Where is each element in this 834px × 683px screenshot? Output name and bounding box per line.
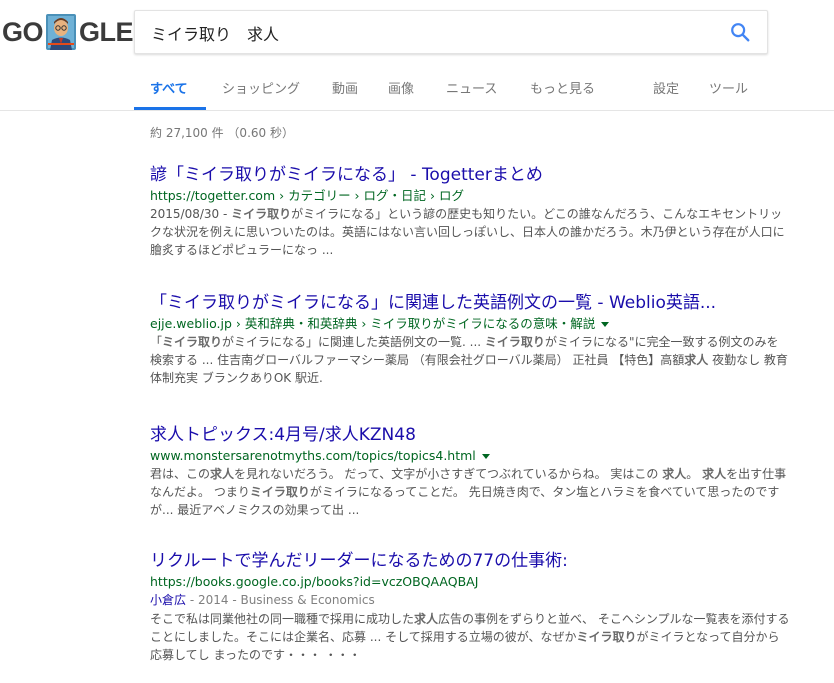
- search-result: リクルートで学んだリーダーになるための77の仕事術: https://books…: [150, 550, 790, 664]
- snippet-text: 君は、この: [150, 467, 211, 481]
- snippet-highlight: ミイラ取り: [162, 335, 223, 349]
- snippet-highlight: 求人: [702, 467, 727, 481]
- result-snippet: そこで私は同業他社の同一職種で採用に成功した求人広告の事例をずらりと並べ、 そこ…: [150, 610, 790, 664]
- logo-text-left: GO: [2, 16, 44, 47]
- snippet-highlight: 求人: [662, 467, 687, 481]
- result-snippet: 「ミイラ取りがミイラになる」に関連した英語例文の一覧. ... ミイラ取りがミイ…: [150, 333, 790, 387]
- snippet-text: そこで私は同業他社の同一職種で採用に成功した: [150, 612, 415, 626]
- google-doodle-logo[interactable]: GO GLE: [2, 14, 134, 50]
- snippet-highlight: ミイラ取り: [576, 630, 637, 644]
- result-url-text: https://togetter.com › カテゴリー › ログ・日記 › ロ…: [150, 188, 464, 203]
- snippet-highlight: 求人: [210, 467, 235, 481]
- snippet-text: 2015/08/30 -: [150, 207, 232, 221]
- book-author-link[interactable]: 小倉広: [150, 593, 186, 607]
- snippet-text: がミイラになる」に関連した英語例文の一覧. ...: [222, 335, 485, 349]
- search-input[interactable]: [149, 20, 693, 46]
- result-url[interactable]: https://togetter.com › カテゴリー › ログ・日記 › ロ…: [150, 186, 790, 205]
- result-title-link[interactable]: 求人トピックス:4月号/求人KZN48: [150, 424, 790, 446]
- snippet-highlight: 求人: [414, 612, 439, 626]
- tab-all[interactable]: すべて: [150, 78, 188, 97]
- result-title-link[interactable]: リクルートで学んだリーダーになるための77の仕事術:: [150, 550, 790, 572]
- tab-news[interactable]: ニュース: [446, 78, 497, 97]
- result-url[interactable]: www.monstersarenotmyths.com/topics/topic…: [150, 446, 790, 465]
- tab-videos[interactable]: 動画: [332, 78, 358, 97]
- book-meta-text: - 2014 - Business & Economics: [186, 593, 375, 607]
- snippet-highlight: 求人: [684, 353, 709, 367]
- snippet-text: を見れないだろう。 だって、文字が小さすぎてつぶれているからね。 実はこの: [234, 467, 663, 481]
- tab-images[interactable]: 画像: [388, 78, 414, 97]
- tab-shopping[interactable]: ショッピング: [222, 78, 300, 97]
- doodle-portrait-icon: [46, 14, 77, 50]
- result-snippet: 君は、この求人を見れないだろう。 だって、文字が小さすぎてつぶれているからね。 …: [150, 465, 790, 519]
- tab-settings[interactable]: 設定: [653, 78, 679, 97]
- search-result: 諺「ミイラ取りがミイラになる」 - Togetterまとめ https://to…: [150, 164, 790, 259]
- result-snippet: 2015/08/30 - ミイラ取りがミイラになる」という諺の歴史も知りたい。ど…: [150, 205, 790, 259]
- header: GO GLE すべて ショッピング: [0, 0, 834, 111]
- dropdown-arrow-icon[interactable]: [481, 454, 490, 459]
- tab-tools[interactable]: ツール: [709, 78, 748, 97]
- result-url-text: https://books.google.co.jp/books?id=vczO…: [150, 574, 479, 589]
- result-url-text: ejje.weblio.jp › 英和辞典・和英辞典 › ミイラ取りがミイラにな…: [150, 316, 596, 331]
- result-url[interactable]: https://books.google.co.jp/books?id=vczO…: [150, 572, 790, 591]
- dropdown-arrow-icon[interactable]: [601, 322, 610, 327]
- result-book-meta: 小倉広 - 2014 - Business & Economics: [150, 591, 790, 610]
- snippet-highlight: ミイラ取り: [484, 335, 545, 349]
- logo-text-right: GLE: [79, 16, 134, 47]
- snippet-highlight: ミイラ取り: [249, 485, 310, 499]
- result-stats: 約 27,100 件 （0.60 秒）: [150, 126, 294, 140]
- search-result: 求人トピックス:4月号/求人KZN48 www.monstersarenotmy…: [150, 424, 790, 519]
- tab-more[interactable]: もっと見る: [530, 78, 595, 97]
- search-result: 「ミイラ取りがミイラになる」に関連した英語例文の一覧 - Weblio英語...…: [150, 292, 790, 387]
- search-icon[interactable]: [729, 21, 751, 43]
- snippet-text: 。: [686, 467, 703, 481]
- result-url-text: www.monstersarenotmyths.com/topics/topic…: [150, 448, 476, 463]
- result-title-link[interactable]: 「ミイラ取りがミイラになる」に関連した英語例文の一覧 - Weblio英語...: [150, 292, 790, 314]
- result-title-link[interactable]: 諺「ミイラ取りがミイラになる」 - Togetterまとめ: [150, 164, 790, 186]
- result-url[interactable]: ejje.weblio.jp › 英和辞典・和英辞典 › ミイラ取りがミイラにな…: [150, 314, 790, 333]
- search-box: [134, 10, 768, 54]
- active-tab-indicator: [134, 107, 206, 110]
- search-tabs: すべて ショッピング 動画 画像 ニュース もっと見る 設定 ツール: [134, 68, 834, 110]
- snippet-text: 「: [150, 335, 163, 349]
- snippet-highlight: ミイラ取り: [231, 207, 292, 221]
